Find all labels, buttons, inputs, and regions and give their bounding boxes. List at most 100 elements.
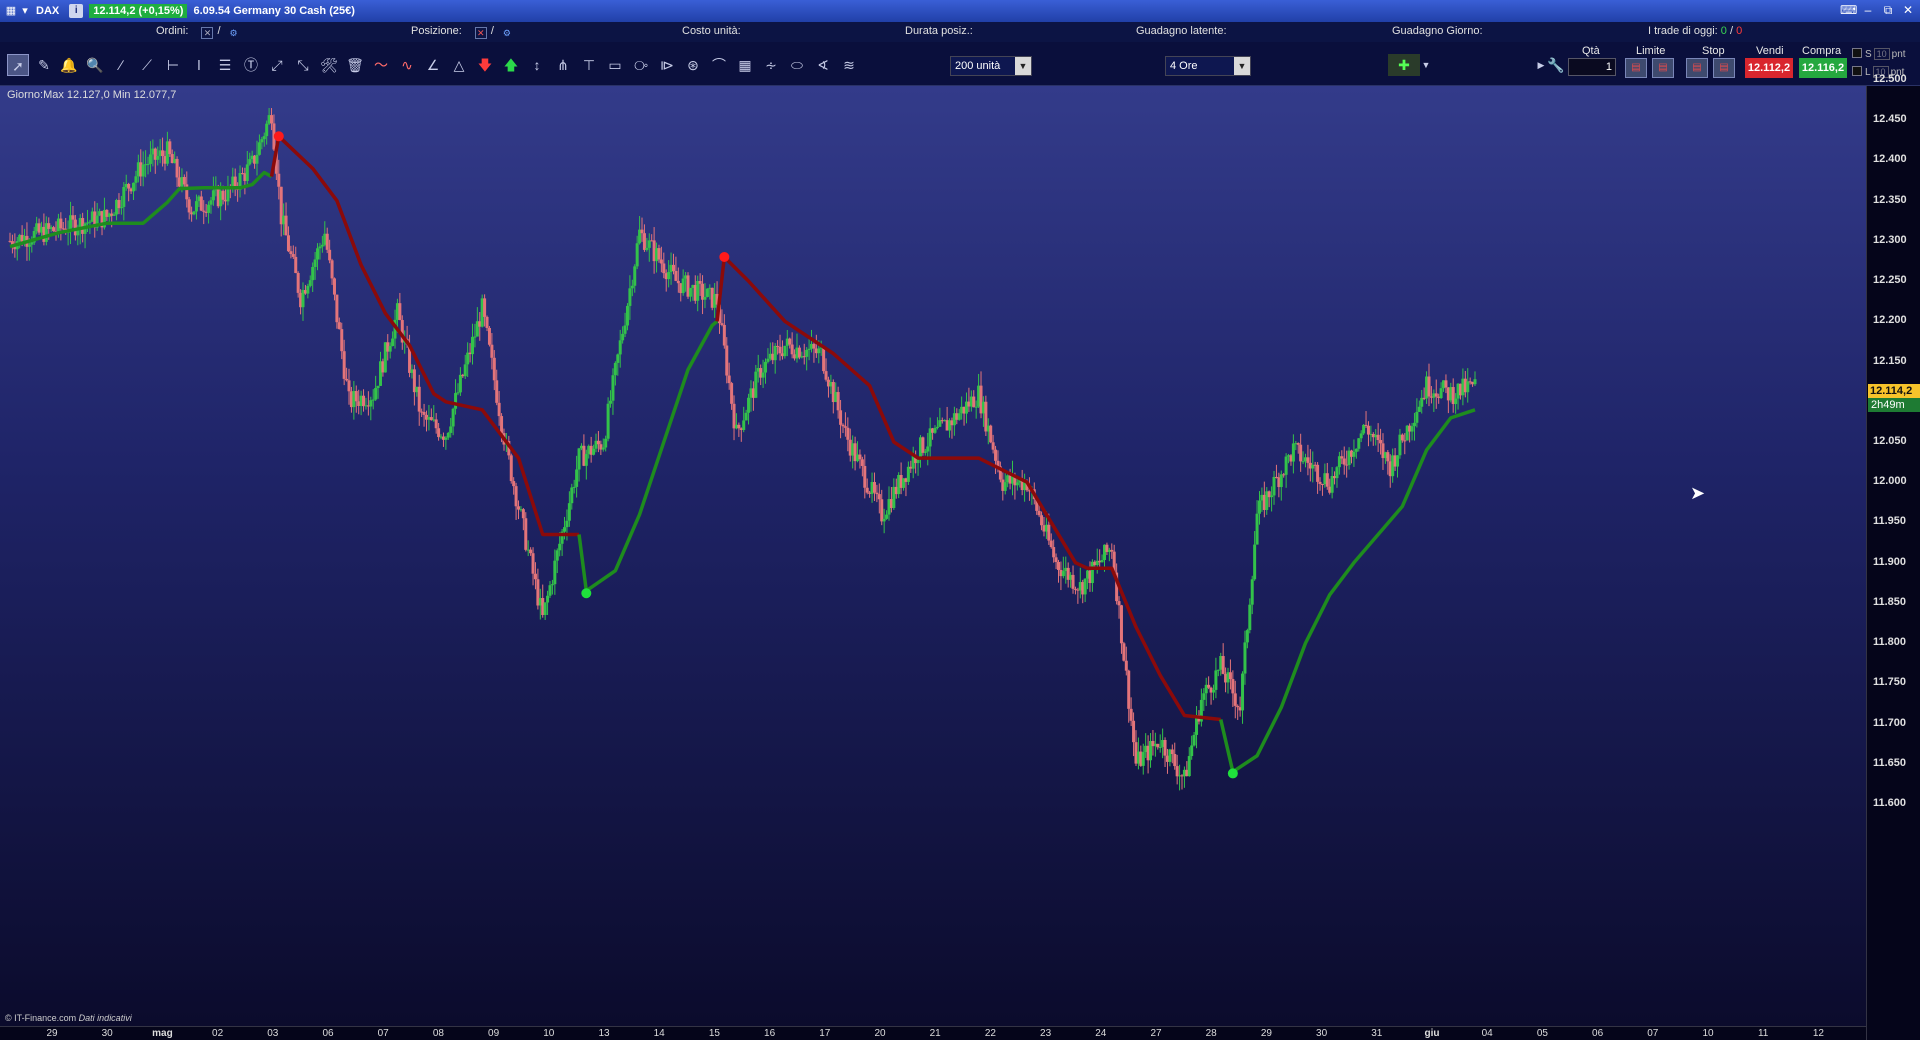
stop-buy-button[interactable]: ▤ (1686, 58, 1708, 78)
channel-tool-icon[interactable]: ☰ (214, 54, 236, 76)
wave-tool-icon[interactable]: 〜 (370, 54, 392, 76)
position-close-icon[interactable]: ✕ (474, 27, 487, 39)
pencil-tool-icon[interactable]: ✎ (33, 54, 55, 76)
horizontal-line-icon[interactable]: ⊢ (162, 54, 184, 76)
gann-tool-icon[interactable]: ⊤ (578, 54, 600, 76)
price-chart[interactable]: Giorno:Max 12.127,0 Min 12.077,7 © IT-Fi… (0, 86, 1866, 1026)
orders-settings-icon[interactable]: ⚙ (228, 28, 240, 40)
candle-body (296, 272, 300, 293)
cross-lines-icon[interactable]: ⤡ (292, 54, 314, 76)
position-settings-icon[interactable]: ⚙ (501, 28, 513, 40)
minimize-icon[interactable]: – (1860, 3, 1876, 18)
candle-body (596, 440, 600, 445)
candle-body (676, 280, 680, 284)
grid-tool-icon[interactable]: ▦ (734, 54, 756, 76)
close-icon[interactable]: ✕ (1900, 3, 1916, 18)
info-icon[interactable]: i (69, 4, 84, 18)
stop-loss-checkbox[interactable] (1852, 48, 1862, 58)
candle-body (1243, 642, 1247, 674)
price-axis[interactable]: 11.600 11.650 11.700 11.750 11.800 11.850 11.9… (1866, 73, 1920, 1040)
restore-icon[interactable]: ⧉ (1880, 3, 1896, 18)
candle-body (1047, 524, 1051, 541)
oval-tool-icon[interactable]: ⬭ (786, 54, 808, 76)
date-tick-label: 10 (543, 1028, 555, 1039)
drawing-toolbar: ➚ ✎ 🔔 🔍 ∕ ⟋ ⊢ ǀ ☰ Ⓣ ⤢ ⤡ 🛠 🗑 〜 ∿ ∠ △ 🡇 🡅 … (0, 42, 1920, 86)
candle-body (994, 449, 998, 461)
buy-label: Compra (1802, 45, 1842, 57)
vertical-line-icon[interactable]: ǀ (188, 54, 210, 76)
fibonacci-fan-icon[interactable]: ⧐ (656, 54, 678, 76)
alarm-bell-icon[interactable]: 🔔 (58, 54, 80, 76)
timeframe-select[interactable]: 4 Ore ▼ (1165, 56, 1251, 76)
fan-tool-icon[interactable]: ∠ (422, 54, 444, 76)
stop-sell-button[interactable]: ▤ (1713, 58, 1735, 78)
add-indicator-icon[interactable]: ✚ (1388, 54, 1420, 76)
candle-body (1340, 456, 1344, 459)
candle-body (313, 259, 317, 267)
candle-body (921, 437, 925, 453)
limit-buy-button[interactable]: ▤ (1625, 58, 1647, 78)
candle-body (567, 503, 571, 521)
pitchfork-icon[interactable]: ⋔ (552, 54, 574, 76)
candle-body (1061, 571, 1065, 577)
candle-body (1417, 406, 1421, 412)
stop-loss-input[interactable]: 10 (1873, 48, 1890, 60)
line-tool-icon[interactable]: ∕ (110, 54, 132, 76)
measure-tool-icon[interactable]: ↕ (526, 54, 548, 76)
candle-body (221, 190, 225, 200)
tools-icon[interactable]: 🛠 (318, 54, 340, 76)
spiral-tool-icon[interactable]: ⊛ (682, 54, 704, 76)
keyboard-icon[interactable]: ⌨ (1840, 3, 1857, 18)
candle-body (575, 469, 579, 487)
rectangle-tool-icon[interactable]: ▭ (604, 54, 626, 76)
date-tick-label: 15 (708, 1028, 720, 1039)
symbol-label[interactable]: DAX (36, 5, 59, 17)
sell-button[interactable]: 12.112,2 (1745, 58, 1793, 78)
candle-body (485, 316, 489, 328)
candle-body (671, 264, 675, 271)
candle-body (725, 345, 729, 376)
chevron-down-icon[interactable]: ▼ (1420, 54, 1432, 76)
zigzag-tool-icon[interactable]: ∿ (396, 54, 418, 76)
limit-sell-button[interactable]: ▤ (1652, 58, 1674, 78)
candle-body (376, 385, 380, 389)
candle-body (839, 410, 843, 425)
sell-arrow-icon[interactable]: 🡇 (474, 54, 496, 76)
price-tick-label: 12.300 (1873, 233, 1907, 246)
candle-body (790, 344, 794, 355)
candle-body (1427, 376, 1431, 397)
buy-arrow-icon[interactable]: 🡅 (500, 54, 522, 76)
ellipse-tool-icon[interactable]: ⧂ (630, 54, 652, 76)
orders-close-icon[interactable]: ✕ (201, 27, 214, 39)
date-axis[interactable]: 29 30 mag 02 03 06 07 08 09 10 13 14 15 16 17 20 21 22 23 2… (0, 1026, 1866, 1040)
dropdown-arrow-icon[interactable]: ▾ (18, 4, 32, 18)
pointer-tool-icon[interactable]: ➚ (7, 54, 29, 76)
cycle-tool-icon[interactable]: ∻ (760, 54, 782, 76)
qty-input[interactable]: 1 (1568, 58, 1616, 76)
disclaimer-text: Dati indicativi (78, 1013, 132, 1023)
trend-line-down (715, 255, 1221, 722)
ray-tool-icon[interactable]: ⟋ (136, 54, 158, 76)
text-tool-icon[interactable]: Ⓣ (240, 54, 262, 76)
take-profit-checkbox[interactable] (1852, 66, 1862, 76)
candle-body (698, 280, 702, 284)
window-menu-icon[interactable]: ▦ (4, 4, 18, 18)
candle-body (926, 446, 930, 452)
chevron-down-icon[interactable]: ▼ (1234, 57, 1250, 75)
candlestick-chart[interactable] (0, 86, 1866, 1026)
trend-arrow-icon[interactable]: ⤢ (266, 54, 288, 76)
trash-icon[interactable]: 🗑 (344, 54, 366, 76)
wrench-icon[interactable]: 🔧 (1545, 54, 1567, 76)
chevron-down-icon[interactable]: ▼ (1015, 57, 1031, 75)
candle-body (1245, 630, 1249, 643)
triangle-tool-icon[interactable]: △ (448, 54, 470, 76)
angle-tool-icon[interactable]: ∢ (812, 54, 834, 76)
buy-button[interactable]: 12.116,2 (1799, 58, 1847, 78)
candle-body (1301, 461, 1305, 463)
zoom-icon[interactable]: 🔍 (84, 54, 106, 76)
elliott-wave-icon[interactable]: ≋ (838, 54, 860, 76)
candle-body (497, 402, 501, 417)
candle-body (1284, 456, 1288, 475)
arc-tool-icon[interactable]: ⌒ (708, 54, 730, 76)
units-select[interactable]: 200 unità ▼ (950, 56, 1032, 76)
